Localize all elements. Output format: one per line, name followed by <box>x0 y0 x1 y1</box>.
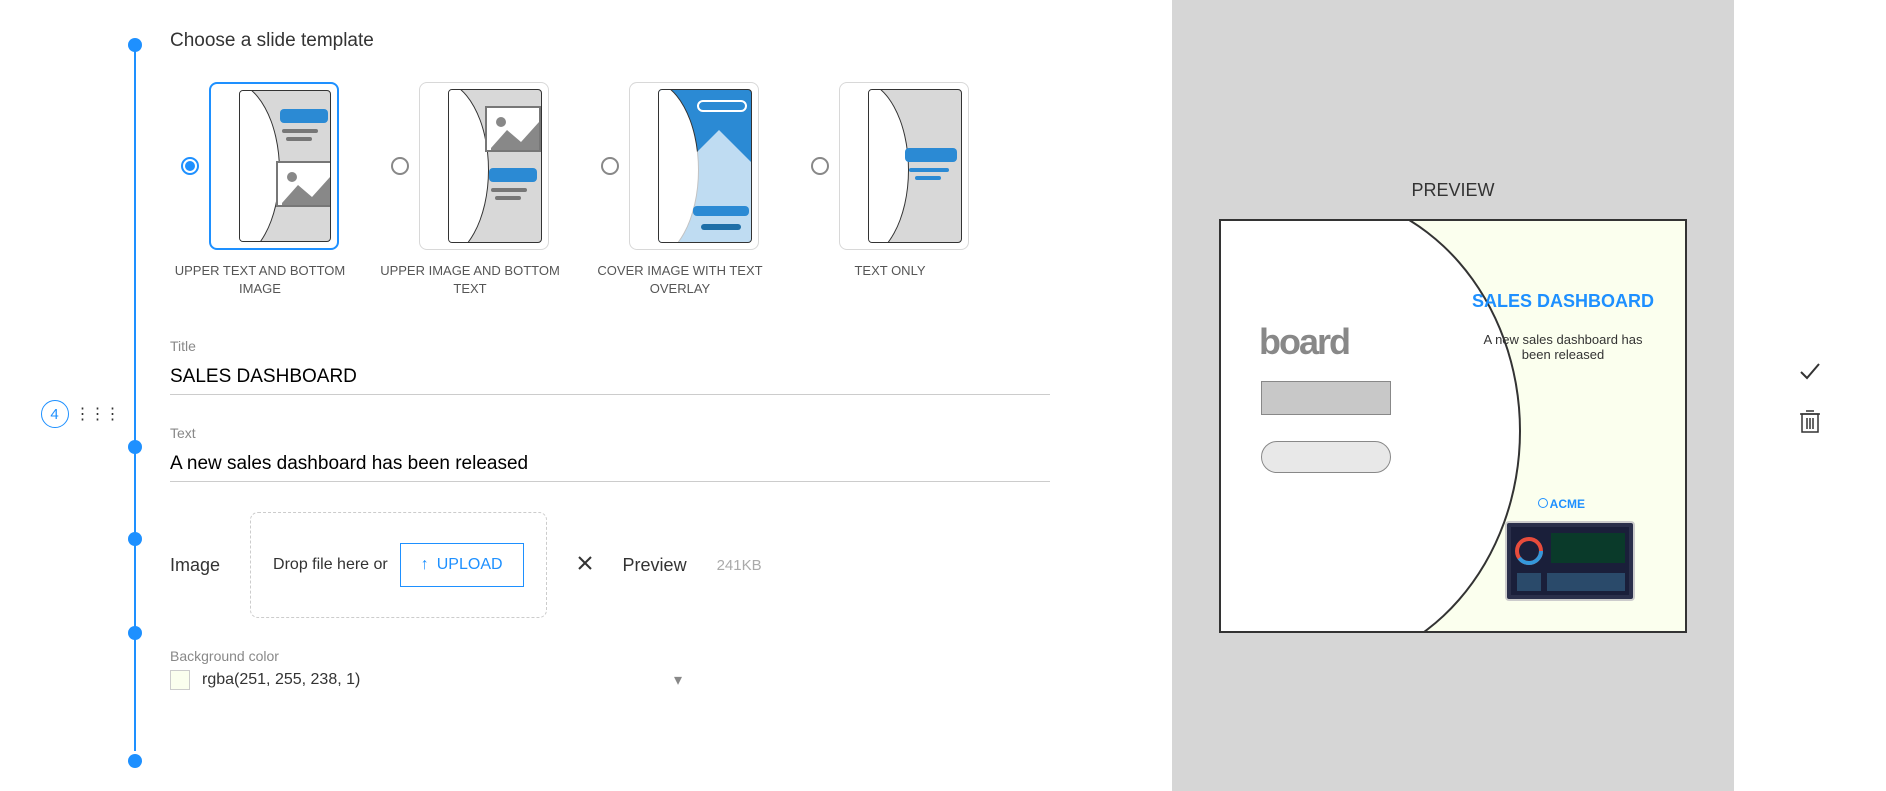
image-drop-zone[interactable]: Drop file here or ↑ UPLOAD <box>250 512 547 618</box>
image-label: Image <box>170 555 220 576</box>
drag-handle-icon[interactable]: ⋮⋮⋮ <box>75 404 120 424</box>
title-label: Title <box>170 338 1132 354</box>
template-upper-image-bottom-text[interactable]: UPPER IMAGE AND BOTTOM TEXT <box>380 82 560 298</box>
template-thumb-3[interactable] <box>629 82 759 250</box>
template-thumb-4[interactable] <box>839 82 969 250</box>
template-label-2: UPPER IMAGE AND BOTTOM TEXT <box>380 262 560 298</box>
drop-hint-text: Drop file here or <box>273 556 388 574</box>
preview-text: A new sales dashboard has been released <box>1473 332 1653 362</box>
text-label: Text <box>170 425 1132 441</box>
template-cover-image-text-overlay[interactable]: COVER IMAGE WITH TEXT OVERLAY <box>590 82 770 298</box>
timeline <box>120 30 150 761</box>
preview-panel: PREVIEW board SALES DASHBOARD A new sale… <box>1172 0 1734 791</box>
radio-template-1[interactable] <box>181 157 199 175</box>
dropdown-caret-icon: ▾ <box>674 670 682 690</box>
upload-button-label: UPLOAD <box>437 556 503 574</box>
upload-button[interactable]: ↑ UPLOAD <box>400 543 524 587</box>
bgcolor-value: rgba(251, 255, 238, 1) <box>202 671 360 689</box>
template-label-1: UPPER TEXT AND BOTTOM IMAGE <box>170 262 350 298</box>
upload-arrow-icon: ↑ <box>421 556 429 574</box>
template-label-4: TEXT ONLY <box>854 262 925 280</box>
radio-template-3[interactable] <box>601 157 619 175</box>
close-icon <box>577 555 593 571</box>
step-indicator-col: 4 ⋮⋮⋮ <box>40 30 120 761</box>
image-size-text: 241KB <box>717 557 762 574</box>
check-icon <box>1797 358 1823 384</box>
text-input[interactable] <box>170 447 1050 482</box>
confirm-button[interactable] <box>1796 357 1824 385</box>
preview-placeholder-pill <box>1261 441 1391 473</box>
preview-heading: PREVIEW <box>1411 180 1494 201</box>
template-upper-text-bottom-image[interactable]: UPPER TEXT AND BOTTOM IMAGE <box>170 82 350 298</box>
step-number-badge: 4 <box>41 400 69 428</box>
trash-icon <box>1799 408 1821 434</box>
templates-row: UPPER TEXT AND BOTTOM IMAGE <box>170 82 1132 298</box>
choose-template-heading: Choose a slide template <box>170 30 1132 52</box>
clear-image-button[interactable] <box>577 554 593 577</box>
delete-button[interactable] <box>1796 407 1824 435</box>
preview-logo: board <box>1259 321 1349 363</box>
template-thumb-1[interactable] <box>209 82 339 250</box>
bgcolor-label: Background color <box>170 648 1132 664</box>
preview-placeholder-rect <box>1261 381 1391 415</box>
title-input[interactable] <box>170 360 1050 395</box>
template-thumb-2[interactable] <box>419 82 549 250</box>
bgcolor-swatch[interactable] <box>170 670 190 690</box>
preview-laptop-image <box>1505 521 1635 601</box>
actions-panel <box>1734 0 1886 791</box>
image-preview-label: Preview <box>623 555 687 576</box>
radio-template-2[interactable] <box>391 157 409 175</box>
bgcolor-select[interactable]: rgba(251, 255, 238, 1) ▾ <box>202 670 682 690</box>
preview-title: SALES DASHBOARD <box>1472 291 1654 312</box>
preview-brand-badge: ACME <box>1538 497 1585 511</box>
template-label-3: COVER IMAGE WITH TEXT OVERLAY <box>590 262 770 298</box>
preview-canvas: board SALES DASHBOARD A new sales dashbo… <box>1219 219 1687 633</box>
template-text-only[interactable]: TEXT ONLY <box>800 82 980 298</box>
radio-template-4[interactable] <box>811 157 829 175</box>
